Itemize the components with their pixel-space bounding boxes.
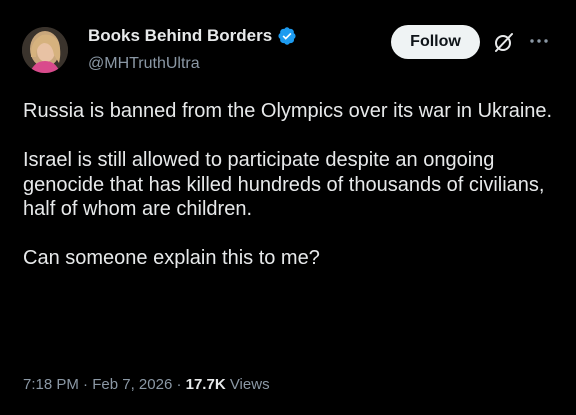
more-options-icon[interactable] (528, 31, 550, 51)
author-display-name[interactable]: Books Behind Borders (88, 26, 272, 46)
author-handle[interactable]: @MHTruthUltra (88, 55, 200, 73)
author-name-row: Books Behind Borders (88, 26, 297, 46)
meta-separator: · (176, 376, 182, 393)
post-time[interactable]: 7:18 PM (23, 376, 79, 393)
avatar[interactable] (22, 27, 68, 73)
post-card: Books Behind Borders @MHTruthUltra Follo… (0, 0, 576, 415)
post-date[interactable]: Feb 7, 2026 (92, 376, 172, 393)
post-text: Russia is banned from the Olympics over … (23, 99, 553, 295)
views-count[interactable]: 17.7K (186, 376, 226, 393)
post-paragraph: Russia is banned from the Olympics over … (23, 100, 553, 122)
grok-icon[interactable] (493, 31, 515, 53)
post-paragraph: Can someone explain this to me? (23, 247, 320, 269)
views-label: Views (229, 376, 270, 393)
meta-separator: · (83, 376, 89, 393)
avatar-image (22, 27, 68, 73)
post-paragraph: Israel is still allowed to participate d… (23, 149, 545, 220)
follow-button[interactable]: Follow (391, 25, 480, 59)
verified-badge-icon (277, 26, 297, 46)
post-meta: 7:18 PM · Feb 7, 2026 · 17.7K Views (23, 376, 270, 393)
